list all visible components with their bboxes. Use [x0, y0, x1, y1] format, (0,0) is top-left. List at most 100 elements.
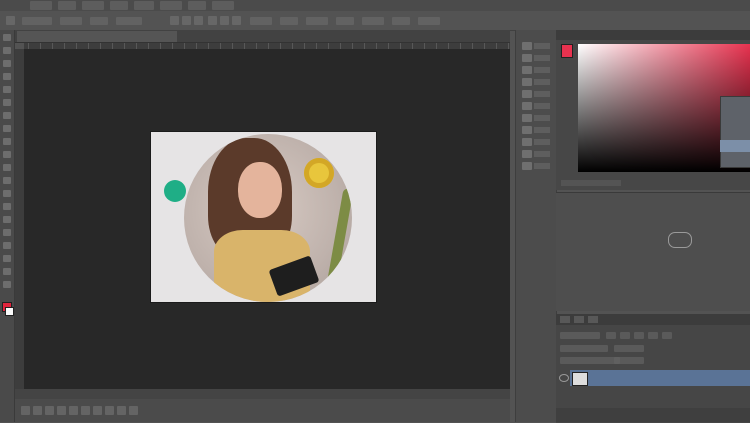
panel-shortcut-icon[interactable]: [522, 138, 532, 146]
pen-icon[interactable]: [3, 216, 11, 223]
move-icon[interactable]: [3, 34, 11, 41]
panel-shortcut-icon[interactable]: [522, 78, 532, 86]
color-panel-menu-item-selected[interactable]: [720, 140, 750, 152]
align-middle-icon[interactable]: [220, 16, 229, 25]
options-dropdown[interactable]: [418, 17, 440, 25]
history-brush-icon[interactable]: [3, 151, 11, 158]
panel-shortcut-icon[interactable]: [522, 90, 532, 98]
timeline-control-icon[interactable]: [33, 406, 42, 415]
crop-icon[interactable]: [3, 86, 11, 93]
options-dropdown[interactable]: [336, 17, 354, 25]
filter-type-icon[interactable]: [634, 332, 644, 339]
options-dropdown[interactable]: [306, 17, 328, 25]
type-icon[interactable]: [3, 229, 11, 236]
options-dropdown[interactable]: [250, 17, 272, 25]
libraries-panel: [556, 192, 750, 311]
panel-shortcut-label: [534, 127, 550, 133]
blend-mode-select[interactable]: [560, 345, 608, 352]
layer-row-selected[interactable]: [570, 370, 750, 386]
tab-channels[interactable]: [574, 316, 584, 323]
options-dropdown[interactable]: [22, 17, 52, 25]
layer-filter-dropdown[interactable]: [560, 332, 600, 339]
menu-item[interactable]: [58, 1, 76, 10]
lasso-icon[interactable]: [3, 60, 11, 67]
panel-shortcut-icon[interactable]: [522, 114, 532, 122]
align-center-icon[interactable]: [182, 16, 191, 25]
timeline-control-icon[interactable]: [93, 406, 102, 415]
timeline-control-icon[interactable]: [81, 406, 90, 415]
color-panel-controls[interactable]: [561, 180, 621, 186]
panel-shortcut-icon[interactable]: [522, 150, 532, 158]
ruler-left[interactable]: [15, 49, 24, 389]
timeline-control-icon[interactable]: [129, 406, 138, 415]
panel-shortcut-icon[interactable]: [522, 42, 532, 50]
menu-item[interactable]: [212, 1, 234, 10]
fill-field[interactable]: [614, 357, 644, 364]
circular-portrait-photo[interactable]: [184, 134, 352, 302]
align-bottom-icon[interactable]: [232, 16, 241, 25]
timeline-control-icon[interactable]: [21, 406, 30, 415]
cloud-icon: [668, 232, 692, 248]
blur-icon[interactable]: [3, 190, 11, 197]
healing-icon[interactable]: [3, 112, 11, 119]
panel-shortcut-label: [534, 79, 550, 85]
options-dropdown[interactable]: [362, 17, 384, 25]
panel-shortcut-icon[interactable]: [522, 102, 532, 110]
options-dropdown[interactable]: [280, 17, 298, 25]
align-top-icon[interactable]: [208, 16, 217, 25]
panel-shortcut-label: [534, 43, 550, 49]
gradient-icon[interactable]: [3, 177, 11, 184]
timeline-control-icon[interactable]: [45, 406, 54, 415]
panel-shortcut-icon[interactable]: [522, 162, 532, 170]
filter-shape-icon[interactable]: [648, 332, 658, 339]
opacity-field[interactable]: [614, 345, 644, 352]
eraser-icon[interactable]: [3, 164, 11, 171]
timeline-control-icon[interactable]: [117, 406, 126, 415]
quick-select-icon[interactable]: [3, 73, 11, 80]
menu-item[interactable]: [110, 1, 128, 10]
color-panel-menu[interactable]: [720, 96, 750, 168]
dodge-icon[interactable]: [3, 203, 11, 210]
options-dropdown[interactable]: [90, 17, 108, 25]
tab-paths[interactable]: [588, 316, 598, 323]
options-dropdown[interactable]: [392, 17, 410, 25]
eyedropper-icon[interactable]: [3, 99, 11, 106]
tool-preset-icon[interactable]: [6, 16, 15, 25]
path-select-icon[interactable]: [3, 242, 11, 249]
brush-icon[interactable]: [3, 125, 11, 132]
options-dropdown[interactable]: [60, 17, 82, 25]
timeline-control-icon[interactable]: [69, 406, 78, 415]
menu-item[interactable]: [160, 1, 182, 10]
filter-smart-object-icon[interactable]: [662, 332, 672, 339]
menu-item[interactable]: [188, 1, 206, 10]
panel-shortcut-icon[interactable]: [522, 54, 532, 62]
timeline-control-icon[interactable]: [105, 406, 114, 415]
sunflower-shape: [304, 158, 334, 188]
timeline-control-icon[interactable]: [57, 406, 66, 415]
zoom-icon[interactable]: [3, 281, 11, 288]
status-bar: [15, 389, 510, 399]
options-bar: [0, 11, 750, 31]
lock-controls[interactable]: [560, 357, 620, 364]
shape-icon[interactable]: [3, 255, 11, 262]
filter-adjustment-icon[interactable]: [620, 332, 630, 339]
align-left-icon[interactable]: [170, 16, 179, 25]
panel-shortcut-icon[interactable]: [522, 66, 532, 74]
tab-layers[interactable]: [560, 316, 570, 323]
clone-stamp-icon[interactable]: [3, 138, 11, 145]
filter-pixel-icon[interactable]: [606, 332, 616, 339]
visibility-eye-icon[interactable]: [559, 374, 569, 382]
background-color-swatch[interactable]: [5, 307, 14, 316]
options-dropdown[interactable]: [116, 17, 142, 25]
teal-circle-shape[interactable]: [164, 180, 186, 202]
align-right-icon[interactable]: [194, 16, 203, 25]
document-tab[interactable]: [17, 31, 177, 42]
active-color-swatch[interactable]: [561, 44, 573, 58]
marquee-icon[interactable]: [3, 47, 11, 54]
menu-item[interactable]: [134, 1, 154, 10]
menu-item[interactable]: [30, 1, 52, 10]
menu-item[interactable]: [82, 1, 104, 10]
hand-icon[interactable]: [3, 268, 11, 275]
panel-shortcut-icon[interactable]: [522, 126, 532, 134]
color-panel-tabs[interactable]: [556, 30, 750, 40]
